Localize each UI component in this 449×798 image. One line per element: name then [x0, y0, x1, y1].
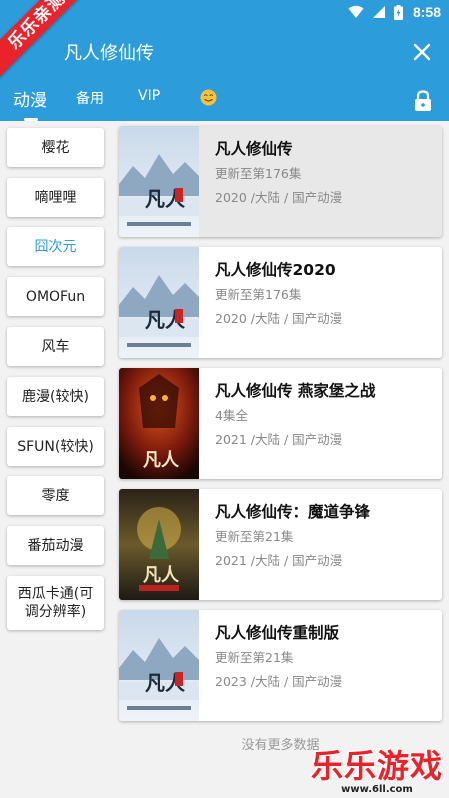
- sidebar-item-fengche[interactable]: 风车: [7, 327, 104, 366]
- poster-image: 凡人: [119, 247, 199, 358]
- tab-label: 备用: [76, 91, 104, 107]
- tab-anime[interactable]: 动漫: [13, 86, 47, 111]
- sidebar-item-label: 鹿漫(较快): [22, 388, 89, 405]
- lock-icon[interactable]: [413, 90, 433, 112]
- tab-backup[interactable]: 备用: [76, 88, 104, 108]
- result-card[interactable]: 凡人 凡人修仙传：魔道争锋 更新至第21集 2021 /大陆 / 国产动漫: [119, 489, 442, 600]
- result-card[interactable]: 凡人 凡人修仙传 燕家堡之战 4集全 2021 /大陆 / 国产动漫: [119, 368, 442, 479]
- sidebar-item-label: 零度: [41, 487, 70, 504]
- sidebar-item-luman[interactable]: 鹿漫(较快): [7, 377, 104, 416]
- sidebar-item-fanqie[interactable]: 番茄动漫: [7, 526, 104, 565]
- card-episodes: 更新至第21集: [215, 529, 294, 544]
- sidebar-item-xigua[interactable]: 西瓜卡通(可调分辨率): [7, 576, 104, 630]
- card-title: 凡人修仙传：魔道争锋: [215, 503, 371, 521]
- search-input[interactable]: [64, 38, 384, 66]
- signal-icon: [372, 6, 385, 18]
- app-header: 8:58 乐乐亲测 动漫 备用 VIP: [0, 0, 449, 121]
- svg-text:凡人: 凡人: [143, 565, 180, 586]
- poster-image: 凡人: [119, 489, 199, 600]
- tab-label: VIP: [138, 88, 161, 104]
- wifi-icon: [348, 5, 364, 18]
- watermark-brand: 乐乐游戏: [310, 747, 443, 785]
- card-episodes: 更新至第176集: [215, 287, 302, 302]
- battery-icon: [393, 4, 403, 20]
- poster-image: 凡人: [119, 126, 199, 237]
- sidebar-item-label: 樱花: [41, 139, 70, 156]
- result-card[interactable]: 凡人 凡人修仙传2020 更新至第176集 2020 /大陆 / 国产动漫: [119, 247, 442, 358]
- sidebar-item-label: 风车: [41, 338, 70, 355]
- card-title: 凡人修仙传 燕家堡之战: [215, 382, 376, 400]
- result-card[interactable]: 凡人 凡人修仙传重制版 更新至第21集 2023 /大陆 / 国产动漫: [119, 610, 442, 721]
- close-icon[interactable]: [410, 40, 434, 64]
- card-meta: 2023 /大陆 / 国产动漫: [215, 674, 343, 689]
- sidebar-item-label: SFUN(较快): [17, 438, 94, 455]
- card-meta: 2020 /大陆 / 国产动漫: [215, 311, 343, 326]
- tab-vip[interactable]: VIP: [138, 88, 160, 104]
- source-sidebar: 樱花 嘀哩哩 囧次元 OMOFun 风车 鹿漫(较快) SFUN(较快) 零度 …: [0, 121, 112, 798]
- card-title: 凡人修仙传2020: [215, 261, 336, 279]
- card-title: 凡人修仙传重制版: [215, 624, 340, 642]
- sidebar-item-lingdu[interactable]: 零度: [7, 476, 104, 515]
- card-episodes: 4集全: [215, 408, 248, 423]
- sidebar-item-yinghua[interactable]: 樱花: [7, 128, 104, 167]
- card-episodes: 更新至第176集: [215, 166, 302, 181]
- sidebar-item-jiongciyuan[interactable]: 囧次元: [7, 227, 104, 266]
- sidebar-item-label: 嘀哩哩: [34, 189, 77, 206]
- tab-bar: 动漫 备用 VIP: [0, 84, 449, 121]
- result-card[interactable]: 凡人 凡人修仙传 更新至第176集 2020 /大陆 / 国产动漫: [119, 126, 442, 237]
- smiley-emoji-icon: [200, 89, 217, 106]
- sidebar-item-label: 囧次元: [34, 238, 77, 255]
- watermark-url: www.6ll.com: [341, 784, 413, 795]
- sidebar-item-label: 番茄动漫: [27, 537, 84, 554]
- sidebar-item-dilili[interactable]: 嘀哩哩: [7, 178, 104, 217]
- status-time: 8:58: [412, 4, 441, 20]
- sidebar-item-label: 西瓜卡通(可调分辨率): [17, 586, 94, 620]
- card-title: 凡人修仙传: [215, 140, 293, 158]
- card-meta: 2021 /大陆 / 国产动漫: [215, 553, 343, 568]
- card-meta: 2020 /大陆 / 国产动漫: [215, 190, 343, 205]
- sidebar-item-sfun[interactable]: SFUN(较快): [7, 427, 104, 466]
- sidebar-item-label: OMOFun: [25, 288, 86, 305]
- tab-label: 动漫: [13, 91, 47, 111]
- card-meta: 2021 /大陆 / 国产动漫: [215, 432, 343, 447]
- tab-emoji[interactable]: [200, 89, 217, 110]
- site-watermark: 乐乐游戏 www.6ll.com: [311, 748, 443, 796]
- search-bar: [0, 32, 449, 72]
- card-episodes: 更新至第21集: [215, 650, 294, 665]
- poster-image: 凡人: [119, 610, 199, 721]
- sidebar-item-omofun[interactable]: OMOFun: [7, 277, 104, 316]
- svg-text:凡人: 凡人: [143, 450, 180, 471]
- poster-image: 凡人: [119, 368, 199, 479]
